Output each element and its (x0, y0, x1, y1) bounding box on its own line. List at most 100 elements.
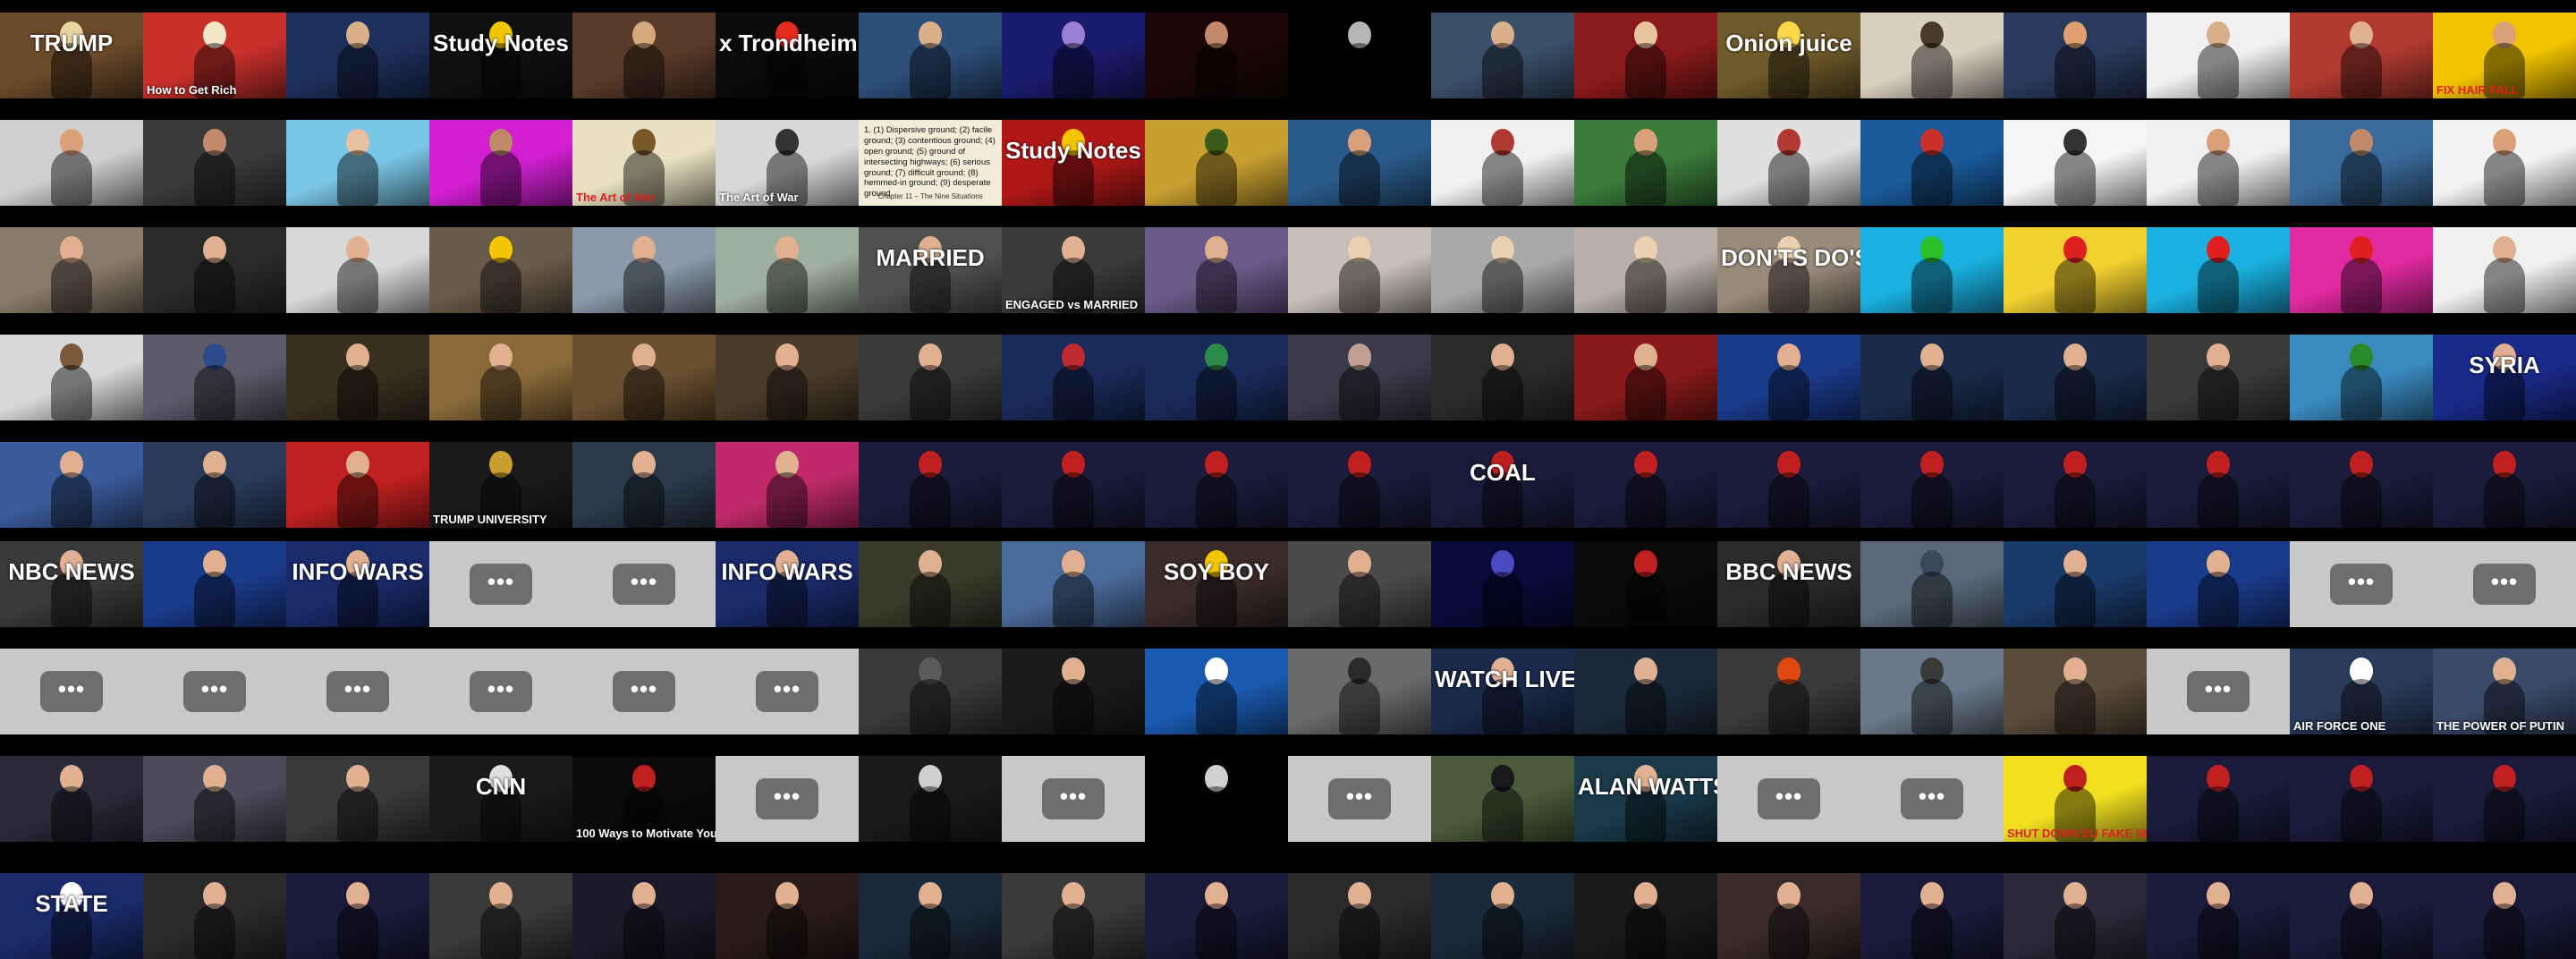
video-thumbnail[interactable]: SOY BOY (1145, 541, 1288, 627)
video-thumbnail[interactable]: COAL (1431, 442, 1574, 528)
video-thumbnail[interactable] (1860, 120, 2004, 206)
video-thumbnail[interactable] (1288, 873, 1431, 959)
video-thumbnail[interactable] (1860, 335, 2004, 420)
video-thumbnail[interactable] (0, 120, 143, 206)
video-thumbnail[interactable]: x Trondheim (716, 13, 859, 98)
video-thumbnail[interactable] (1860, 13, 2004, 98)
video-thumbnail[interactable] (2290, 442, 2433, 528)
video-thumbnail[interactable] (1717, 649, 1860, 734)
video-thumbnail[interactable] (286, 120, 429, 206)
video-thumbnail[interactable] (286, 442, 429, 528)
thumbnail-placeholder[interactable]: ••• (2147, 649, 2290, 734)
video-thumbnail[interactable]: Study Notes (1002, 120, 1145, 206)
video-thumbnail[interactable] (859, 541, 1002, 627)
video-thumbnail[interactable] (2147, 873, 2290, 959)
video-thumbnail[interactable]: The Art of War (572, 120, 716, 206)
video-thumbnail[interactable] (286, 756, 429, 842)
video-thumbnail[interactable] (1431, 541, 1574, 627)
video-thumbnail[interactable] (1145, 649, 1288, 734)
video-thumbnail[interactable] (0, 756, 143, 842)
video-thumbnail[interactable] (2433, 227, 2576, 313)
video-thumbnail[interactable] (572, 227, 716, 313)
video-thumbnail[interactable]: STATE (0, 873, 143, 959)
video-thumbnail[interactable]: TRUMP (0, 13, 143, 98)
video-thumbnail[interactable] (286, 13, 429, 98)
video-thumbnail[interactable] (859, 13, 1002, 98)
video-thumbnail[interactable] (1288, 120, 1431, 206)
video-thumbnail[interactable] (1288, 442, 1431, 528)
thumbnail-placeholder[interactable]: ••• (2290, 541, 2433, 627)
video-thumbnail[interactable] (572, 873, 716, 959)
video-thumbnail[interactable] (1717, 335, 1860, 420)
thumbnail-placeholder[interactable]: ••• (143, 649, 286, 734)
video-thumbnail[interactable] (1145, 756, 1288, 842)
video-thumbnail[interactable] (1717, 873, 1860, 959)
video-thumbnail[interactable] (1860, 227, 2004, 313)
video-thumbnail[interactable] (2290, 756, 2433, 842)
video-thumbnail[interactable] (2290, 120, 2433, 206)
video-thumbnail[interactable] (1431, 13, 1574, 98)
video-thumbnail[interactable]: INFO WARS (716, 541, 859, 627)
video-thumbnail[interactable]: 100 Ways to Motivate Yourself (572, 756, 716, 842)
video-thumbnail[interactable] (1145, 442, 1288, 528)
video-thumbnail[interactable] (2004, 649, 2147, 734)
video-thumbnail[interactable] (1574, 649, 1717, 734)
video-thumbnail[interactable] (1002, 541, 1145, 627)
video-thumbnail[interactable]: SYRIA (2433, 335, 2576, 420)
video-thumbnail[interactable] (1002, 442, 1145, 528)
video-thumbnail[interactable] (2290, 227, 2433, 313)
thumbnail-placeholder[interactable]: ••• (429, 541, 572, 627)
video-thumbnail[interactable] (429, 873, 572, 959)
video-thumbnail[interactable] (1717, 120, 1860, 206)
video-thumbnail[interactable] (1574, 227, 1717, 313)
video-thumbnail[interactable] (143, 442, 286, 528)
video-thumbnail[interactable] (286, 335, 429, 420)
video-thumbnail[interactable] (572, 13, 716, 98)
thumbnail-placeholder[interactable]: ••• (572, 649, 716, 734)
video-thumbnail[interactable] (1574, 13, 1717, 98)
video-thumbnail[interactable] (2004, 120, 2147, 206)
video-thumbnail[interactable] (1288, 227, 1431, 313)
video-thumbnail[interactable] (143, 873, 286, 959)
video-thumbnail[interactable]: NBC NEWS (0, 541, 143, 627)
video-thumbnail[interactable] (859, 442, 1002, 528)
thumbnail-placeholder[interactable]: ••• (2433, 541, 2576, 627)
video-thumbnail[interactable] (429, 120, 572, 206)
video-thumbnail[interactable] (859, 873, 1002, 959)
video-thumbnail[interactable] (716, 442, 859, 528)
video-thumbnail[interactable] (2290, 13, 2433, 98)
video-thumbnail[interactable]: The Art of War (716, 120, 859, 206)
video-thumbnail[interactable] (2147, 227, 2290, 313)
video-thumbnail[interactable] (2147, 13, 2290, 98)
video-thumbnail[interactable] (2290, 873, 2433, 959)
video-thumbnail[interactable] (1431, 335, 1574, 420)
video-thumbnail[interactable] (2147, 335, 2290, 420)
video-thumbnail[interactable] (143, 227, 286, 313)
video-thumbnail[interactable] (286, 873, 429, 959)
video-thumbnail[interactable] (1431, 873, 1574, 959)
video-thumbnail[interactable] (0, 335, 143, 420)
video-thumbnail[interactable] (1002, 873, 1145, 959)
video-thumbnail[interactable] (2433, 756, 2576, 842)
video-thumbnail[interactable] (1288, 541, 1431, 627)
video-thumbnail[interactable] (859, 756, 1002, 842)
video-thumbnail[interactable] (143, 120, 286, 206)
video-thumbnail[interactable]: INFO WARS (286, 541, 429, 627)
video-thumbnail[interactable] (429, 335, 572, 420)
video-thumbnail[interactable]: Study Notes (429, 13, 572, 98)
video-thumbnail[interactable] (716, 227, 859, 313)
video-thumbnail[interactable] (1431, 227, 1574, 313)
video-thumbnail[interactable]: MARRIED (859, 227, 1002, 313)
video-thumbnail[interactable] (1145, 873, 1288, 959)
video-thumbnail[interactable]: ALAN WATTS (1574, 756, 1717, 842)
thumbnail-placeholder[interactable]: ••• (1288, 756, 1431, 842)
video-thumbnail[interactable] (1002, 13, 1145, 98)
video-thumbnail[interactable]: SHUT DOWN EU FAKE NEWS PROPAGANDA SITE! (2004, 756, 2147, 842)
thumbnail-placeholder[interactable]: ••• (429, 649, 572, 734)
video-thumbnail[interactable] (2147, 120, 2290, 206)
video-thumbnail[interactable] (859, 335, 1002, 420)
video-thumbnail[interactable] (2004, 873, 2147, 959)
video-thumbnail[interactable] (859, 649, 1002, 734)
video-thumbnail[interactable]: BBC NEWS (1717, 541, 1860, 627)
video-thumbnail[interactable] (2004, 541, 2147, 627)
